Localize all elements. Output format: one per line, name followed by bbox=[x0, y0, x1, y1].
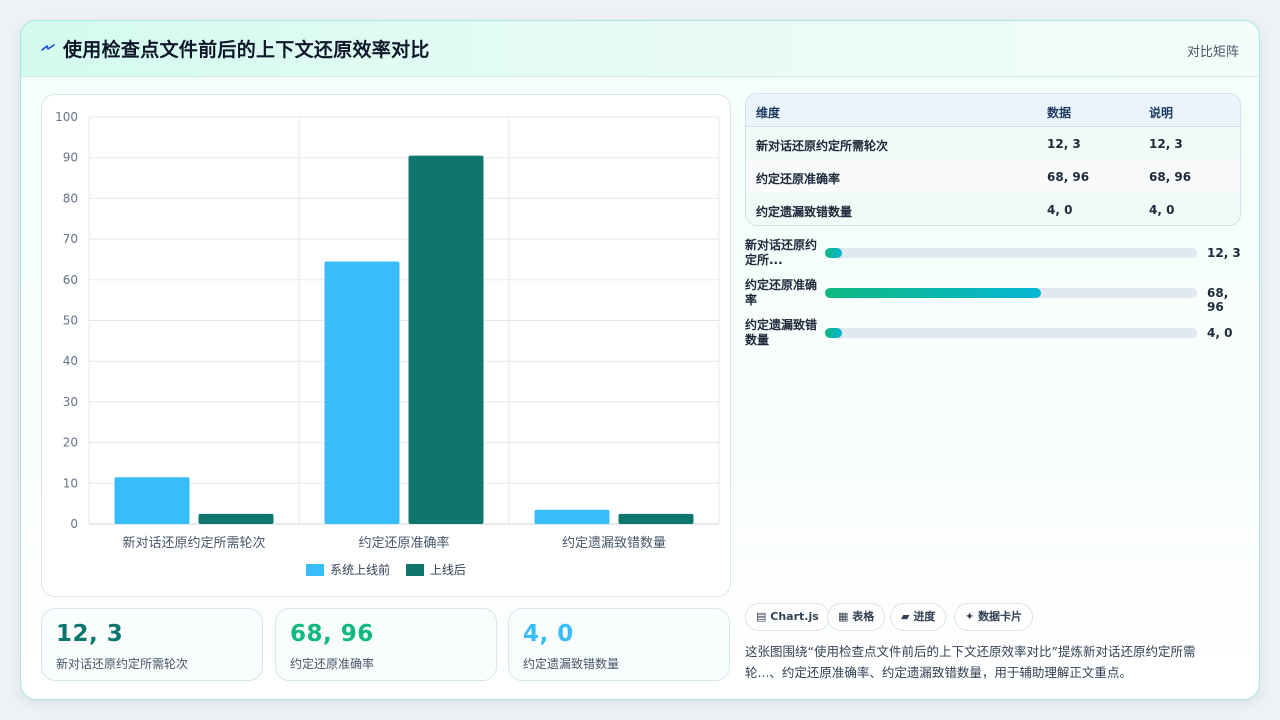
chip-chartjs[interactable]: ▤ Chart.js bbox=[745, 603, 830, 631]
y-tick-label: 50 bbox=[63, 314, 78, 328]
progress-track bbox=[825, 288, 1197, 298]
legend-swatch-after bbox=[405, 564, 424, 576]
progress-label: 约定遗漏致错数量 bbox=[745, 318, 818, 347]
y-tick-label: 20 bbox=[63, 436, 78, 450]
table-header-cell: 说明 bbox=[1149, 106, 1174, 120]
y-tick-label: 80 bbox=[63, 191, 78, 205]
chip-label: Chart.js bbox=[770, 610, 819, 623]
progress-value: 12, 3 bbox=[1207, 246, 1241, 260]
table-cell: 约定遗漏致错数量 bbox=[756, 205, 853, 219]
lightning-icon bbox=[41, 44, 55, 51]
kpi-label: 新对话还原约定所需轮次 bbox=[56, 657, 189, 671]
table-cell: 12, 3 bbox=[1149, 137, 1183, 151]
y-tick-label: 60 bbox=[63, 273, 78, 287]
table-row: 新对话还原约定所需轮次 12, 3 12, 3 bbox=[746, 127, 1240, 160]
data-table: 维度 数据 说明 新对话还原约定所需轮次 12, 3 12, 3 约定还原准确率… bbox=[745, 93, 1241, 226]
table-cell: 4, 0 bbox=[1047, 203, 1073, 217]
progress-label: 新对话还原约定所... bbox=[745, 238, 818, 267]
table-cell: 约定还原准确率 bbox=[756, 172, 841, 186]
legend-item-before[interactable]: 系统上线前 bbox=[306, 561, 390, 578]
chip-label: 表格 bbox=[852, 610, 875, 623]
kpi-card-errors: 4, 0 约定遗漏致错数量 bbox=[508, 608, 730, 681]
bar bbox=[324, 261, 400, 524]
y-tick-label: 70 bbox=[63, 232, 78, 246]
table-cell: 新对话还原约定所需轮次 bbox=[756, 139, 889, 153]
kpi-value: 12, 3 bbox=[56, 621, 124, 647]
bar bbox=[198, 513, 274, 524]
summary-text: 这张图围绕“使用检查点文件前后的上下文还原效率对比”提炼新对话还原约定所需轮..… bbox=[745, 644, 1196, 680]
chip-data-cards[interactable]: ✦ 数据卡片 bbox=[954, 603, 1034, 631]
table-row: 约定还原准确率 68, 96 68, 96 bbox=[746, 160, 1240, 193]
table-header-cell: 数据 bbox=[1047, 106, 1072, 120]
progress-row-errors: 约定遗漏致错数量 4, 0 bbox=[745, 318, 1245, 352]
table-cell: 68, 96 bbox=[1047, 170, 1090, 184]
progress-label: 约定还原准确率 bbox=[745, 278, 818, 307]
y-tick-label: 100 bbox=[55, 110, 78, 124]
y-tick-label: 30 bbox=[63, 395, 78, 409]
x-tick-label: 新对话还原约定所需轮次 bbox=[122, 535, 265, 551]
progress-icon: ▰ bbox=[901, 610, 910, 623]
progress-fill bbox=[825, 248, 842, 258]
kpi-label: 约定还原准确率 bbox=[290, 657, 375, 671]
progress-track bbox=[825, 248, 1197, 258]
chip-table[interactable]: ▦ 表格 bbox=[827, 603, 886, 631]
table-row: 约定遗漏致错数量 4, 0 4, 0 bbox=[746, 193, 1240, 225]
bar bbox=[114, 477, 190, 524]
bar bbox=[618, 513, 694, 524]
table-header-row: 维度 数据 说明 bbox=[746, 94, 1240, 127]
progress-fill bbox=[825, 328, 842, 338]
header-tag: 对比矩阵 bbox=[1186, 45, 1239, 60]
table-cell: 4, 0 bbox=[1149, 203, 1175, 217]
x-tick-label: 约定遗漏致错数量 bbox=[562, 535, 666, 551]
y-tick-label: 90 bbox=[63, 151, 78, 165]
table-cell: 12, 3 bbox=[1047, 137, 1081, 151]
bar-chart: 0 10 20 30 40 50 60 70 80 90 100 新对话还原约定所需轮次 约定还原准确率… bbox=[55, 110, 720, 551]
chip-label: 进度 bbox=[913, 610, 936, 623]
progress-row-accuracy: 约定还原准确率 68, 96 bbox=[745, 278, 1245, 314]
progress-value: 4, 0 bbox=[1207, 326, 1233, 340]
page-title: 使用检查点文件前后的上下文还原效率对比 bbox=[63, 39, 430, 61]
progress-row-rounds: 新对话还原约定所... 12, 3 bbox=[745, 238, 1245, 272]
legend-swatch-before bbox=[306, 564, 325, 576]
kpi-value: 68, 96 bbox=[290, 621, 374, 647]
legend-item-after[interactable]: 上线后 bbox=[405, 561, 466, 578]
header: 使用检查点文件前后的上下文还原效率对比 对比矩阵 bbox=[21, 21, 1259, 77]
chip-progress[interactable]: ▰ 进度 bbox=[890, 603, 947, 631]
kpi-value: 4, 0 bbox=[523, 621, 574, 647]
kpi-label: 约定遗漏致错数量 bbox=[523, 657, 620, 671]
progress-track bbox=[825, 328, 1197, 338]
legend-label-before: 系统上线前 bbox=[330, 563, 391, 577]
y-tick-label: 0 bbox=[70, 517, 78, 531]
sparkle-icon: ✦ bbox=[965, 610, 975, 623]
y-tick-label: 40 bbox=[63, 354, 78, 368]
x-tick-label: 约定还原准确率 bbox=[358, 535, 449, 551]
progress-fill bbox=[825, 288, 1041, 298]
chart-legend: 系统上线前 上线后 bbox=[42, 561, 730, 578]
chart-card: 0 10 20 30 40 50 60 70 80 90 100 新对话还原约定所需轮次 约定还原准确率… bbox=[41, 94, 731, 597]
chart-icon: ▤ bbox=[756, 610, 767, 623]
table-icon: ▦ bbox=[838, 610, 849, 623]
main-panel: 使用检查点文件前后的上下文还原效率对比 对比矩阵 0 10 20 30 40 50 60 70… bbox=[20, 20, 1260, 700]
legend-label-after: 上线后 bbox=[429, 563, 466, 577]
chip-label: 数据卡片 bbox=[978, 610, 1023, 623]
bar bbox=[534, 509, 610, 524]
table-header-cell: 维度 bbox=[756, 106, 781, 120]
progress-value: 68, 96 bbox=[1207, 286, 1229, 314]
kpi-card-accuracy: 68, 96 约定还原准确率 bbox=[275, 608, 497, 681]
kpi-card-rounds: 12, 3 新对话还原约定所需轮次 bbox=[41, 608, 263, 681]
bar bbox=[408, 155, 484, 524]
table-cell: 68, 96 bbox=[1149, 170, 1192, 184]
y-tick-label: 10 bbox=[63, 476, 78, 490]
